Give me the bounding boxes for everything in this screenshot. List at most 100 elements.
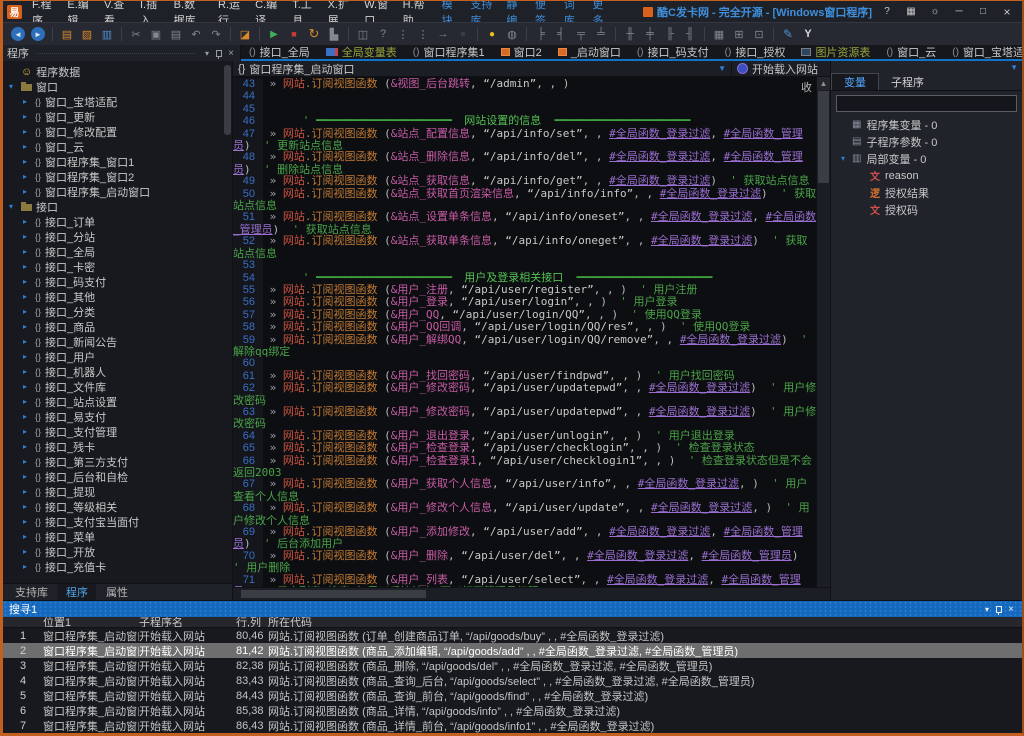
tree-item[interactable]: ☺程序数据	[3, 64, 232, 79]
tree-item[interactable]: ▸{}接口_机器人	[3, 364, 232, 379]
result-row[interactable]: 3窗口程序集_启动窗口开始载入网站82,38网站.订阅视图函数 (商品_删除, …	[3, 658, 1022, 673]
panel-tab-变量[interactable]: 变量	[831, 73, 879, 90]
chevron-collapsed-icon[interactable]: ▸	[23, 382, 31, 391]
run-folder-icon[interactable]: ◪	[236, 25, 254, 43]
line-number[interactable]: 65	[233, 443, 255, 454]
tree-item[interactable]: ▸{}窗口程序集_窗口2	[3, 169, 232, 184]
tree-item[interactable]: ▸{}窗口程序集_启动窗口	[3, 184, 232, 199]
settings-gear-icon[interactable]: ☼	[924, 4, 946, 20]
code-area[interactable]: 43 » 网站.订阅视图函数 (&视图_后台跳转, “/admin”, , )4…	[233, 77, 830, 587]
tree-item[interactable]: ▸{}接口_后台和自检	[3, 469, 232, 484]
code-line[interactable]: 51 » 网站.订阅视图函数 (&站点_设置单条信息, “/api/info/o…	[233, 211, 817, 235]
doc-tab[interactable]: ()窗口_宝塔适配	[944, 45, 1022, 59]
tree-item[interactable]: ▸{}接口_菜单	[3, 529, 232, 544]
code-line[interactable]: 48 » 网站.订阅视图函数 (&站点_删除信息, “/api/info/del…	[233, 151, 817, 175]
chevron-collapsed-icon[interactable]: ▸	[23, 307, 31, 316]
tree-item[interactable]: ▸{}接口_其他	[3, 289, 232, 304]
h-spacing-icon[interactable]: ╟	[661, 25, 679, 43]
maximize-icon[interactable]: □	[972, 4, 994, 20]
chevron-collapsed-icon[interactable]: ▸	[23, 157, 31, 166]
chevron-collapsed-icon[interactable]: ▸	[23, 562, 31, 571]
scroll-up-icon[interactable]: ▲	[817, 77, 830, 90]
chevron-expanded-icon[interactable]: ▾	[9, 82, 17, 91]
chevron-collapsed-icon[interactable]: ▸	[23, 412, 31, 421]
save-icon[interactable]: ▥	[98, 25, 116, 43]
tree-item[interactable]: ▸{}接口_易支付	[3, 409, 232, 424]
doc-tab[interactable]: ()接口_码支付	[629, 45, 717, 59]
help-icon[interactable]: ?	[876, 4, 898, 20]
results-pin-icon[interactable]	[996, 606, 1002, 613]
chevron-collapsed-icon[interactable]: ▸	[23, 427, 31, 436]
code-line[interactable]: 66 » 网站.订阅视图函数 (&用户_检查登录1, “/api/user/ch…	[233, 455, 817, 479]
quick-help-icon[interactable]: ?	[374, 25, 392, 43]
result-row[interactable]: 7窗口程序集_启动窗口开始载入网站86,43网站.订阅视图函数 (商品_详情_前…	[3, 718, 1022, 733]
new-file-icon[interactable]: ▤	[58, 25, 76, 43]
code-line[interactable]: 47 » 网站.订阅视图函数 (&站点_配置信息, “/api/info/set…	[233, 128, 817, 152]
minimize-icon[interactable]: ─	[948, 4, 970, 20]
sidebar-tab-程序[interactable]: 程序	[58, 584, 96, 600]
chevron-collapsed-icon[interactable]: ▸	[23, 442, 31, 451]
copy-icon[interactable]: ▣	[147, 25, 165, 43]
unit-combo[interactable]: {} 窗口程序集_启动窗口 ▼	[233, 61, 732, 76]
chevron-collapsed-icon[interactable]: ▸	[23, 217, 31, 226]
result-row[interactable]: 4窗口程序集_启动窗口开始载入网站83,43网站.订阅视图函数 (商品_查询_后…	[3, 673, 1022, 688]
editor-vertical-scrollbar[interactable]: ▲	[816, 77, 830, 587]
horizontal-scroll-thumb[interactable]	[241, 590, 426, 598]
tree-item[interactable]: ▸{}窗口_修改配置	[3, 124, 232, 139]
line-number[interactable]: 55	[233, 285, 255, 296]
code-line[interactable]: 59 » 网站.订阅视图函数 (&用户_解绑QQ, “/api/user/log…	[233, 334, 817, 358]
breakpoint-icon[interactable]: ●	[454, 25, 472, 43]
chevron-expanded-icon[interactable]: ▾	[9, 202, 17, 211]
sidebar-close-icon[interactable]: ×	[226, 48, 236, 59]
line-number[interactable]: 54	[233, 273, 255, 284]
doc-tab[interactable]: _启动窗口	[550, 45, 629, 59]
sidebar-tab-属性[interactable]: 属性	[98, 584, 136, 600]
line-number[interactable]: 45	[233, 104, 255, 115]
chevron-collapsed-icon[interactable]: ▸	[23, 517, 31, 526]
plugin-store-icon[interactable]: ▦	[900, 4, 922, 20]
chevron-collapsed-icon[interactable]: ▸	[23, 172, 31, 181]
open-file-icon[interactable]: ▨	[78, 25, 96, 43]
code-line[interactable]: 71 » 网站.订阅视图函数 (&用户_列表, “/api/user/selec…	[233, 574, 817, 587]
chevron-expanded-icon[interactable]: ▾	[839, 154, 847, 163]
color-picker-pen-icon[interactable]: ✎	[779, 25, 797, 43]
chevron-collapsed-icon[interactable]: ▸	[23, 472, 31, 481]
result-row[interactable]: 1窗口程序集_启动窗口开始载入网站80,46网站.订阅视图函数 (订单_创建商品…	[3, 628, 1022, 643]
code-line[interactable]: 43 » 网站.订阅视图函数 (&视图_后台跳转, “/admin”, , )	[233, 78, 817, 90]
code-line[interactable]: 62 » 网站.订阅视图函数 (&用户_修改密码, “/api/user/upd…	[233, 382, 817, 406]
editor-horizontal-scrollbar[interactable]	[233, 587, 830, 600]
vertical-scroll-thumb[interactable]	[818, 91, 829, 183]
doc-tab[interactable]: 窗口2	[493, 45, 550, 59]
app-logo-icon[interactable]: 易	[7, 5, 22, 19]
chevron-collapsed-icon[interactable]: ▸	[23, 262, 31, 271]
interface-tools-icon[interactable]: Y	[799, 25, 817, 43]
line-number[interactable]: 61	[233, 371, 255, 382]
tree-item[interactable]: ▸{}接口_分站	[3, 229, 232, 244]
same-height-icon[interactable]: ╪	[641, 25, 659, 43]
chevron-collapsed-icon[interactable]: ▸	[23, 112, 31, 121]
result-row[interactable]: 5窗口程序集_启动窗口开始载入网站84,43网站.订阅视图函数 (商品_查询_前…	[3, 688, 1022, 703]
line-number[interactable]: 56	[233, 297, 255, 308]
tip-bulb-icon[interactable]: ●	[483, 25, 501, 43]
tree-item[interactable]: ▸{}窗口程序集_窗口1	[3, 154, 232, 169]
tree-item[interactable]: ▸{}接口_分类	[3, 304, 232, 319]
tree-item[interactable]: ▸{}接口_等级相关	[3, 499, 232, 514]
run-icon[interactable]: ▶	[265, 25, 283, 43]
tree-item[interactable]: ▸{}接口_新闻公告	[3, 334, 232, 349]
doc-tab[interactable]: ()接口_授权	[717, 45, 794, 59]
doc-tab[interactable]: ()窗口程序集1	[405, 45, 493, 59]
chevron-collapsed-icon[interactable]: ▸	[23, 352, 31, 361]
chevron-collapsed-icon[interactable]: ▸	[23, 232, 31, 241]
chevron-collapsed-icon[interactable]: ▸	[23, 367, 31, 376]
chevron-collapsed-icon[interactable]: ▸	[23, 277, 31, 286]
chevron-collapsed-icon[interactable]: ▸	[23, 457, 31, 466]
line-number[interactable]: 49	[233, 176, 255, 187]
line-number[interactable]: 64	[233, 431, 255, 442]
stop-icon[interactable]: ■	[285, 25, 303, 43]
nav-back-icon[interactable]: ◄	[11, 27, 25, 41]
tree-item[interactable]: ▾窗口	[3, 79, 232, 94]
line-number[interactable]: 44	[233, 91, 255, 102]
variable-tree-item[interactable]: ▦程序集变量 - 0	[831, 116, 1022, 133]
redo-icon[interactable]: ↷	[207, 25, 225, 43]
snippet-icon[interactable]: ◍	[503, 25, 521, 43]
